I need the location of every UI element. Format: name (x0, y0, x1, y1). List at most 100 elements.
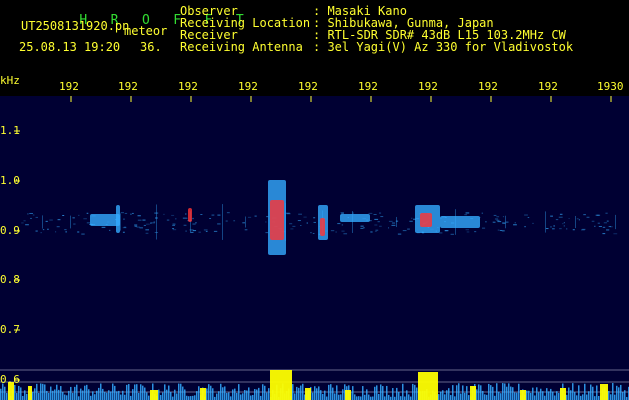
noise-dot (242, 222, 246, 224)
level-bar (324, 390, 326, 400)
noise-dot (254, 215, 257, 217)
noise-dot (137, 215, 141, 217)
noise-dot (290, 228, 294, 230)
level-bar (0, 388, 2, 400)
noise-dot (122, 227, 127, 229)
noise-dot (27, 213, 29, 215)
noise-dot (368, 212, 373, 214)
noise-dot (410, 217, 413, 219)
noise-dot (145, 229, 149, 231)
noise-dot (370, 231, 373, 233)
noise-dot (606, 229, 610, 231)
level-bar (568, 387, 570, 400)
x-tick-label: 192 (238, 80, 258, 93)
level-bar (170, 392, 172, 400)
level-bar (106, 392, 108, 400)
noise-dot (559, 228, 562, 230)
level-bar (580, 395, 582, 400)
level-bar (86, 384, 88, 400)
noise-dot (163, 213, 165, 215)
level-bar (56, 384, 58, 400)
level-bar (372, 396, 374, 400)
level-peak (150, 390, 158, 400)
level-bar (216, 393, 218, 400)
noise-dot (501, 230, 505, 232)
level-bar (14, 385, 16, 400)
noise-dot (203, 229, 208, 231)
noise-dot (380, 216, 384, 218)
level-bar (380, 384, 382, 400)
noise-dot (226, 212, 230, 214)
level-bar (598, 396, 600, 400)
level-bar (588, 391, 590, 400)
noise-dot (171, 214, 175, 216)
level-bar (592, 386, 594, 400)
level-bar (60, 386, 62, 400)
level-bar (412, 383, 414, 400)
noise-dot (494, 218, 499, 220)
noise-dot (200, 214, 203, 216)
noise-dot (524, 226, 526, 228)
noise-dot (561, 223, 564, 225)
level-bar (624, 390, 626, 400)
level-bar (364, 394, 366, 400)
level-bar (102, 388, 104, 400)
level-peak (560, 388, 566, 400)
level-bar (622, 391, 624, 400)
level-bar (616, 385, 618, 400)
level-bar (212, 388, 214, 400)
echo-streak (615, 214, 616, 230)
noise-dot (553, 225, 556, 227)
level-bar (20, 387, 22, 400)
noise-dot (397, 233, 402, 235)
noise-dot (213, 230, 218, 232)
noise-dot (25, 224, 29, 226)
noise-dot (313, 217, 316, 219)
level-bar (490, 385, 492, 400)
level-bar (180, 383, 182, 400)
level-bar (140, 384, 142, 400)
x-tick-label: 192 (538, 80, 558, 93)
level-bar (64, 394, 66, 400)
level-bar (550, 388, 552, 400)
noise-dot (532, 222, 534, 224)
level-bar (356, 396, 358, 400)
noise-dot (559, 213, 563, 215)
level-bar (386, 385, 388, 400)
y-tick-label: 0.6 (0, 373, 20, 386)
level-bar (252, 394, 254, 400)
noise-dot (122, 231, 125, 233)
level-bar (110, 391, 112, 400)
meteor-echo (188, 208, 192, 222)
level-bar (440, 391, 442, 400)
level-bar (208, 384, 210, 400)
level-bar (246, 390, 248, 400)
noise-dot (597, 222, 600, 224)
level-bar (484, 394, 486, 400)
noise-dot (341, 224, 344, 226)
level-bar (230, 396, 232, 400)
noise-dot (337, 223, 341, 225)
info-value: : 3el Yagi(V) Az 330 for Vladivostok (313, 40, 574, 54)
noise-dot (145, 232, 149, 234)
level-bar (236, 392, 238, 400)
level-bar (218, 391, 220, 400)
level-bar (404, 396, 406, 400)
noise-dot (192, 217, 194, 219)
noise-dot (217, 223, 221, 225)
level-bar (454, 396, 456, 400)
noise-dot (225, 220, 228, 222)
echo-streak (575, 215, 576, 229)
noise-dot (265, 221, 267, 223)
level-bar (576, 395, 578, 400)
echo-streak (120, 213, 121, 231)
level-bar (112, 383, 114, 400)
level-bar (406, 390, 408, 400)
noise-dot (481, 212, 484, 214)
noise-dot (388, 220, 393, 222)
noise-dot (335, 231, 337, 233)
noise-dot (496, 216, 500, 218)
level-bar (476, 389, 478, 400)
level-bar (166, 389, 168, 400)
noise-dot (172, 225, 176, 227)
